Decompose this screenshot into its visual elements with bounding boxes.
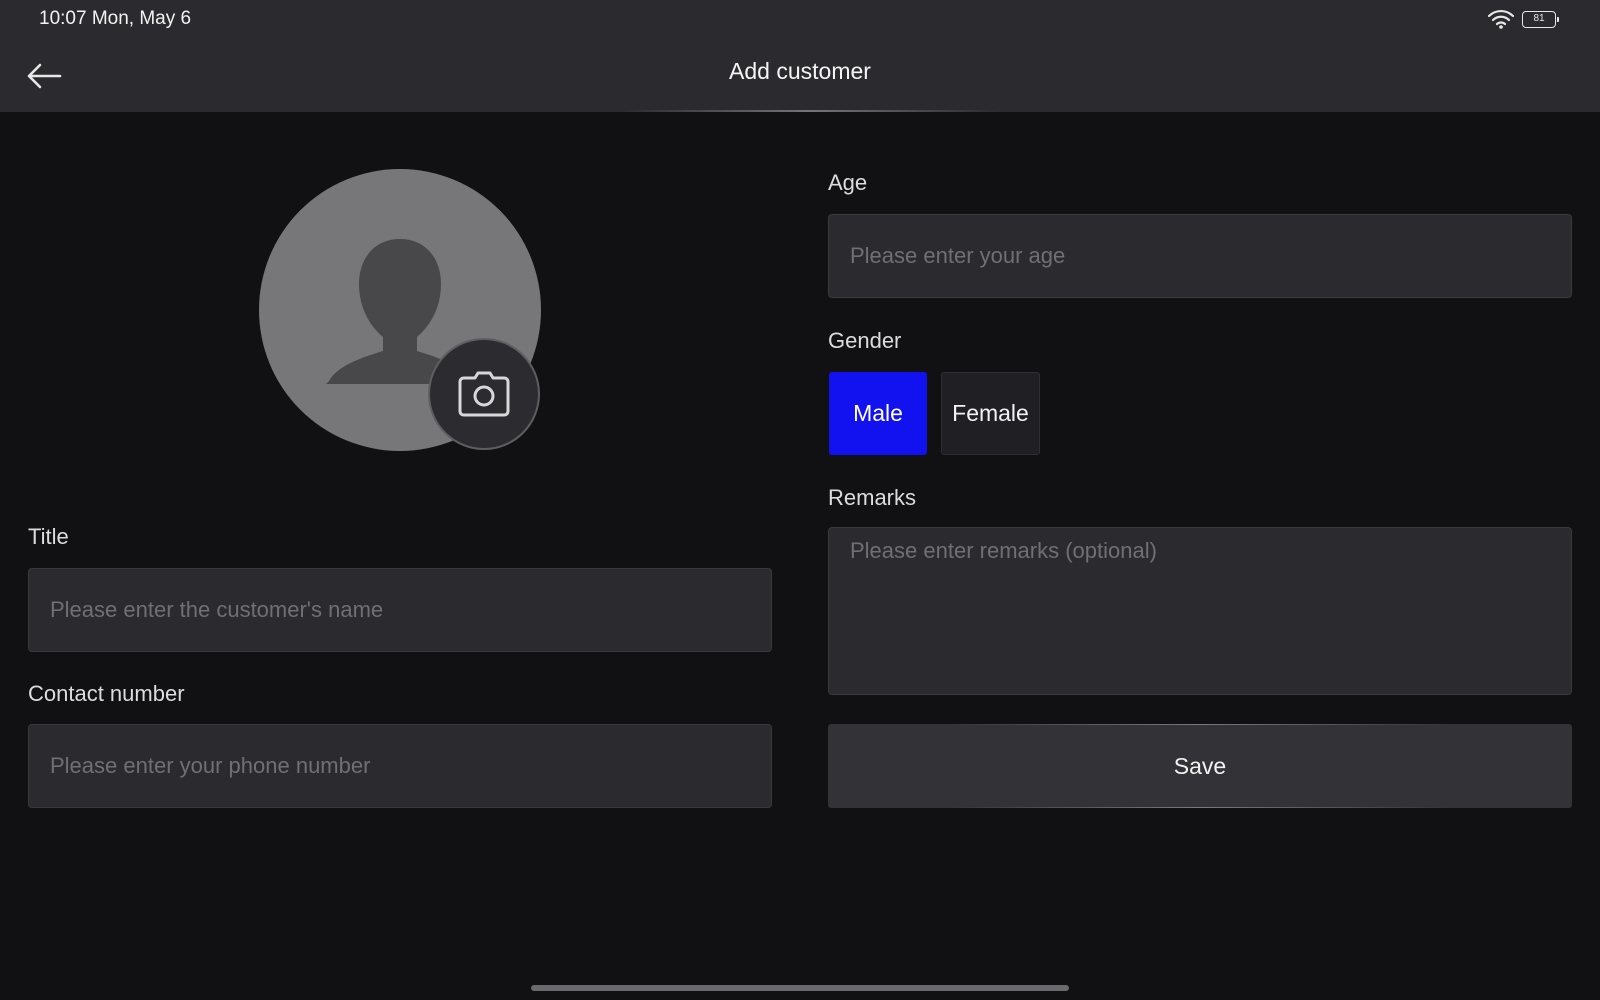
- status-icons: 81: [1488, 9, 1559, 29]
- gender-female-button[interactable]: Female: [941, 372, 1040, 455]
- battery-icon: 81: [1522, 10, 1559, 28]
- status-time: 10:07 Mon, May 6: [39, 8, 192, 29]
- save-button[interactable]: Save: [828, 724, 1572, 808]
- status-bar: 10:07 Mon, May 6 81: [0, 0, 1600, 40]
- gender-male-button[interactable]: Male: [829, 372, 927, 455]
- avatar-section: [259, 169, 541, 451]
- home-indicator[interactable]: [531, 985, 1069, 991]
- app-bar: Add customer: [0, 40, 1600, 112]
- remarks-label: Remarks: [828, 485, 917, 510]
- contact-number-label: Contact number: [28, 681, 185, 706]
- title-label: Title: [28, 524, 69, 549]
- page-title: Add customer: [729, 58, 871, 84]
- customer-name-input[interactable]: [28, 568, 772, 652]
- camera-icon: [458, 371, 510, 417]
- phone-number-input[interactable]: [28, 724, 772, 808]
- camera-button[interactable]: [428, 338, 540, 450]
- age-input[interactable]: [828, 214, 1572, 298]
- battery-level: 81: [1533, 13, 1545, 24]
- age-label: Age: [828, 170, 868, 195]
- gender-label: Gender: [828, 328, 902, 353]
- header-divider: [620, 110, 1000, 112]
- wifi-icon: [1488, 9, 1514, 29]
- remarks-textarea[interactable]: [828, 527, 1572, 695]
